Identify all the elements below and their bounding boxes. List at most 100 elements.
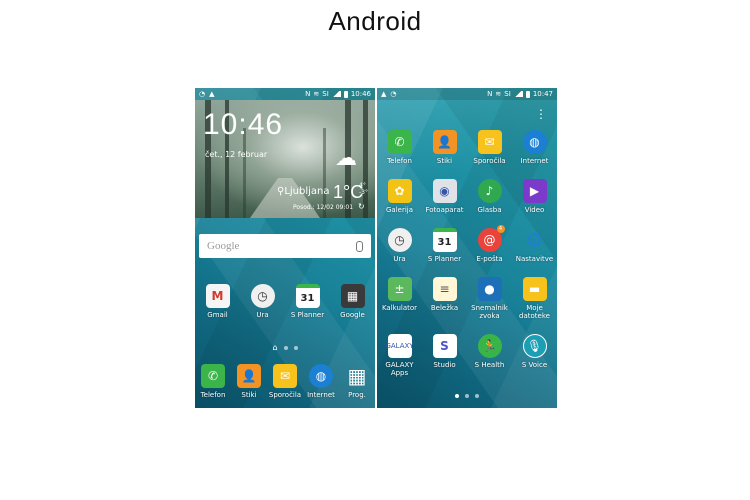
battery-icon — [525, 90, 530, 98]
widget-hi-lo: 4° -3° — [359, 182, 368, 196]
warning-icon: ▲ — [209, 90, 215, 98]
globe-icon: ◍ — [309, 364, 333, 388]
app-e-pošta[interactable]: @4 E-pošta — [467, 225, 512, 263]
app-sporočila[interactable]: ✉ Sporočila — [267, 364, 303, 399]
app-label: Ura — [393, 255, 406, 263]
page-dot — [283, 346, 288, 350]
app-fotoaparat[interactable]: ◉ Fotoaparat — [422, 179, 467, 214]
app-label: S Health — [474, 361, 505, 369]
messages-icon: ✉ — [477, 130, 502, 154]
app-telefon[interactable]: ✆ Telefon — [377, 130, 422, 165]
app-label: Prog. — [348, 391, 366, 399]
app-label: Stiki — [436, 157, 453, 165]
app-s-health[interactable]: 🏃 S Health — [467, 334, 512, 377]
calendar-icon: 31 — [432, 228, 457, 252]
app-label: Google — [340, 311, 365, 319]
app-s-planner[interactable]: 31 S Planner — [422, 228, 467, 263]
nfc-icon: N — [305, 90, 311, 98]
app-internet[interactable]: ◍ Internet — [303, 364, 339, 399]
app-nastavitve[interactable]: ⚙ Nastavitve — [512, 228, 557, 263]
google-search-bar[interactable]: Google — [199, 234, 371, 258]
clock-icon: ◷ — [387, 228, 412, 252]
google-logo: Google — [207, 240, 240, 252]
apps-screen: ▲ ◔ N ≋ SI 10:47 ⋮ ✆ Telefon 👤 Stiki ✉ Sporoči… — [377, 88, 557, 408]
page-dot — [465, 394, 469, 398]
carrier-label: SI — [504, 90, 511, 98]
voice-recorder-icon: ● — [477, 277, 502, 301]
refresh-icon[interactable]: ↻ — [358, 202, 365, 211]
app-label: Sporočila — [473, 157, 506, 165]
app-sporočila[interactable]: ✉ Sporočila — [467, 130, 512, 165]
app-label: Telefon — [200, 391, 226, 399]
app-label: GALAXY Apps — [385, 361, 414, 377]
app-label: Internet — [520, 157, 549, 165]
app-label: Sporočila — [268, 391, 302, 399]
notification-icon: ◔ — [199, 90, 206, 98]
carrier-label: SI — [322, 90, 329, 98]
app-kalkulator[interactable]: ± Kalkulator — [377, 277, 422, 320]
page-dot — [475, 394, 479, 398]
app-s-planner[interactable]: 31 S Planner — [285, 284, 330, 319]
globe-icon: ◍ — [522, 130, 547, 154]
app-video[interactable]: ▶ Video — [512, 179, 557, 214]
page-dot — [293, 346, 298, 350]
widget-updated: Posod.: 12/02 09:01 — [293, 204, 354, 211]
app-label: Video — [524, 206, 545, 214]
app-beležka[interactable]: ≡ Beležka — [422, 277, 467, 320]
studio-icon: S — [432, 334, 457, 358]
wifi-icon: ≋ — [495, 90, 502, 98]
fog-weather-icon: ☁ — [335, 146, 357, 171]
microphone-icon: 🎙 — [522, 334, 547, 358]
overflow-menu-icon[interactable]: ⋮ — [535, 108, 547, 120]
calendar-icon: 31 — [295, 284, 320, 308]
app-gmail[interactable]: M Gmail — [195, 284, 240, 319]
app-label: Fotoaparat — [425, 206, 464, 214]
app-stiki[interactable]: 👤 Stiki — [231, 364, 267, 399]
app-label: Gmail — [207, 311, 228, 319]
app-prog-[interactable]: ▦ Prog. — [339, 364, 375, 399]
camera-icon: ◉ — [432, 179, 457, 203]
app-label: Moje datoteke — [519, 304, 550, 320]
microphone-icon[interactable] — [356, 240, 363, 252]
app-label: Telefon — [387, 157, 412, 165]
app-label: E-pošta — [476, 255, 503, 263]
weather-clock-widget[interactable]: 10:46 čet., 12 februar ☁ ⚲Ljubljana 1°C … — [195, 100, 375, 218]
app-s-voice[interactable]: 🎙 S Voice — [512, 334, 557, 377]
app-ura[interactable]: ◷ Ura — [377, 228, 422, 263]
page-title: Android — [328, 6, 422, 36]
contacts-icon: 👤 — [432, 130, 457, 154]
app-studio[interactable]: S Studio — [422, 334, 467, 377]
settings-icon: ⚙ — [525, 228, 544, 252]
nfc-icon: N — [487, 90, 493, 98]
memo-icon: ≡ — [432, 277, 457, 301]
app-stiki[interactable]: 👤 Stiki — [422, 130, 467, 165]
app-snemalnik-zvoka[interactable]: ● Snemalnik zvoka — [467, 277, 512, 320]
app-internet[interactable]: ◍ Internet — [512, 130, 557, 165]
battery-icon — [343, 90, 348, 98]
status-bar: ▲ ◔ N ≋ SI 10:47 — [377, 88, 557, 100]
warning-icon: ▲ — [381, 90, 387, 98]
notification-icon: ◔ — [390, 90, 397, 98]
phone-icon: ✆ — [201, 364, 225, 388]
status-bar: ◔ ▲ N ≋ SI 10:46 — [195, 88, 375, 100]
gmail-icon: M — [205, 284, 230, 308]
contacts-icon: 👤 — [237, 364, 261, 388]
app-label: Galerija — [385, 206, 414, 214]
app-label: S Planner — [427, 255, 462, 263]
status-time: 10:47 — [532, 90, 553, 98]
app-galerija[interactable]: ✿ Galerija — [377, 179, 422, 214]
notification-badge: 4 — [496, 225, 505, 233]
calculator-icon: ± — [387, 277, 412, 301]
app-label: Studio — [433, 361, 456, 369]
email-icon: @4 — [477, 225, 505, 252]
app-glasba[interactable]: ♪ Glasba — [467, 179, 512, 214]
music-icon: ♪ — [477, 179, 502, 203]
app-galaxy-apps[interactable]: GALAXY GALAXY Apps — [377, 334, 422, 377]
app-moje-datoteke[interactable]: ▬ Moje datoteke — [512, 277, 557, 320]
app-ura[interactable]: ◷ Ura — [240, 284, 285, 319]
app-google[interactable]: ▦ Google — [330, 284, 375, 319]
phone-icon: ✆ — [387, 130, 412, 154]
app-label: S Voice — [521, 361, 548, 369]
app-telefon[interactable]: ✆ Telefon — [195, 364, 231, 399]
page-indicator: ⌂ — [195, 344, 375, 352]
